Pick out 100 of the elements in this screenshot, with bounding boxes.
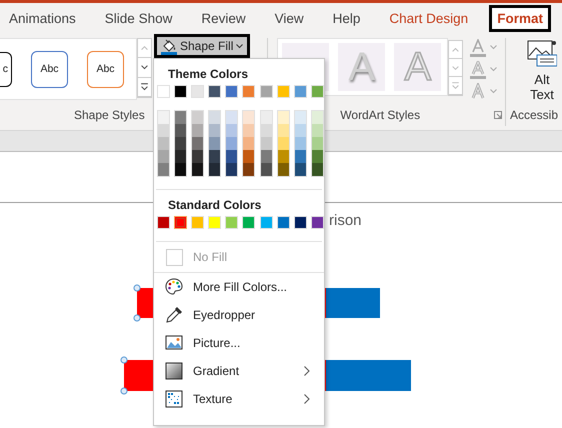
color-swatch[interactable] bbox=[174, 216, 188, 229]
ribbon-tab[interactable]: Animations bbox=[1, 5, 84, 32]
color-swatch[interactable] bbox=[209, 137, 220, 150]
menu-item[interactable]: Texture bbox=[154, 385, 324, 413]
chart-title: rison bbox=[329, 212, 362, 229]
color-swatch[interactable] bbox=[225, 85, 238, 98]
color-swatch[interactable] bbox=[226, 163, 238, 176]
color-swatch[interactable] bbox=[260, 216, 273, 229]
color-swatch[interactable] bbox=[312, 124, 323, 137]
ribbon-tab[interactable]: Format bbox=[489, 5, 551, 32]
color-swatch[interactable] bbox=[278, 163, 289, 176]
color-swatch[interactable] bbox=[312, 111, 323, 124]
color-swatch[interactable] bbox=[294, 216, 307, 229]
color-swatch[interactable] bbox=[312, 150, 323, 163]
color-swatch[interactable] bbox=[192, 150, 204, 163]
color-swatch[interactable] bbox=[158, 124, 169, 137]
color-swatch[interactable] bbox=[260, 111, 272, 124]
color-swatch[interactable] bbox=[242, 85, 256, 98]
color-swatch[interactable] bbox=[157, 85, 170, 98]
color-swatch[interactable] bbox=[226, 124, 238, 137]
color-swatch[interactable] bbox=[175, 163, 186, 176]
launcher-icon[interactable] bbox=[494, 111, 502, 119]
color-swatch[interactable] bbox=[278, 111, 289, 124]
color-swatch[interactable] bbox=[209, 163, 220, 176]
color-swatch[interactable] bbox=[294, 111, 306, 124]
color-swatch[interactable] bbox=[312, 137, 323, 150]
shape-style-preview[interactable]: Abc bbox=[31, 50, 68, 88]
color-swatch[interactable] bbox=[157, 216, 170, 229]
color-swatch[interactable] bbox=[192, 111, 204, 124]
color-swatch[interactable] bbox=[175, 111, 186, 124]
color-swatch[interactable] bbox=[226, 150, 238, 163]
color-swatch[interactable] bbox=[278, 150, 289, 163]
color-swatch[interactable] bbox=[158, 163, 169, 176]
shape-style-preview[interactable]: Abc bbox=[87, 50, 124, 88]
color-swatch[interactable] bbox=[209, 124, 220, 137]
color-swatch[interactable] bbox=[191, 216, 204, 229]
color-swatch[interactable] bbox=[243, 137, 254, 150]
chart-bar[interactable] bbox=[326, 360, 411, 391]
color-swatch[interactable] bbox=[192, 124, 204, 137]
color-swatch[interactable] bbox=[242, 216, 256, 229]
text-fill-icon[interactable] bbox=[470, 38, 486, 56]
color-swatch[interactable] bbox=[260, 85, 273, 98]
color-swatch[interactable] bbox=[243, 150, 254, 163]
color-swatch[interactable] bbox=[192, 137, 204, 150]
color-swatch[interactable] bbox=[226, 111, 238, 124]
group-label: WordArt Styles bbox=[340, 108, 420, 122]
menu-item[interactable]: Picture... bbox=[154, 329, 324, 357]
color-swatch[interactable] bbox=[310, 85, 324, 98]
color-swatch[interactable] bbox=[243, 124, 254, 137]
shape-fill-button[interactable]: Shape Fill bbox=[154, 34, 250, 58]
menu-item[interactable]: More Fill Colors... bbox=[154, 273, 324, 301]
color-swatch[interactable] bbox=[276, 216, 290, 229]
color-swatch[interactable] bbox=[175, 150, 186, 163]
color-swatch[interactable] bbox=[243, 163, 254, 176]
color-swatch[interactable] bbox=[294, 150, 306, 163]
color-swatch[interactable] bbox=[191, 85, 204, 98]
chevron-down-icon[interactable] bbox=[490, 67, 498, 72]
chevron-down-icon[interactable] bbox=[490, 89, 498, 94]
color-swatch[interactable] bbox=[294, 163, 306, 176]
chevron-down-icon[interactable] bbox=[490, 45, 498, 50]
text-effects-icon[interactable] bbox=[470, 82, 486, 100]
paint-bucket-icon bbox=[161, 38, 177, 54]
color-swatch[interactable] bbox=[294, 124, 306, 137]
alt-text-button[interactable]: Alt Text bbox=[522, 38, 562, 102]
chart-bar[interactable] bbox=[326, 288, 380, 318]
ribbon-tab[interactable]: Help bbox=[324, 5, 368, 32]
color-swatch[interactable] bbox=[175, 137, 186, 150]
no-fill-box bbox=[166, 248, 183, 266]
color-swatch[interactable] bbox=[294, 137, 306, 150]
color-swatch[interactable] bbox=[260, 124, 272, 137]
color-swatch[interactable] bbox=[225, 216, 238, 229]
color-swatch[interactable] bbox=[260, 163, 272, 176]
ribbon-tab[interactable]: Review bbox=[193, 5, 254, 32]
color-swatch[interactable] bbox=[278, 137, 289, 150]
color-swatch[interactable] bbox=[310, 216, 324, 229]
color-swatch[interactable] bbox=[174, 85, 188, 98]
menu-item[interactable]: Eyedropper bbox=[154, 301, 324, 329]
color-swatch[interactable] bbox=[243, 111, 254, 124]
shape-style-preview[interactable]: c bbox=[0, 52, 12, 86]
color-swatch[interactable] bbox=[209, 150, 220, 163]
color-swatch[interactable] bbox=[260, 137, 272, 150]
text-outline-icon[interactable] bbox=[470, 60, 486, 78]
color-swatch[interactable] bbox=[158, 150, 169, 163]
color-swatch[interactable] bbox=[175, 124, 186, 137]
color-swatch[interactable] bbox=[209, 111, 220, 124]
color-swatch[interactable] bbox=[278, 124, 289, 137]
color-swatch[interactable] bbox=[192, 163, 204, 176]
color-swatch[interactable] bbox=[294, 85, 307, 98]
ribbon-tab[interactable]: Chart Design bbox=[381, 5, 476, 32]
color-swatch[interactable] bbox=[158, 111, 169, 124]
color-swatch[interactable] bbox=[260, 150, 272, 163]
color-swatch[interactable] bbox=[312, 163, 323, 176]
color-swatch[interactable] bbox=[208, 216, 222, 229]
color-swatch[interactable] bbox=[158, 137, 169, 150]
menu-item[interactable]: Gradient bbox=[154, 357, 324, 385]
ribbon-tab[interactable]: Slide Show bbox=[96, 5, 180, 32]
color-swatch[interactable] bbox=[276, 85, 290, 98]
ribbon-tab[interactable]: View bbox=[266, 5, 312, 32]
color-swatch[interactable] bbox=[208, 85, 222, 98]
color-swatch[interactable] bbox=[226, 137, 238, 150]
